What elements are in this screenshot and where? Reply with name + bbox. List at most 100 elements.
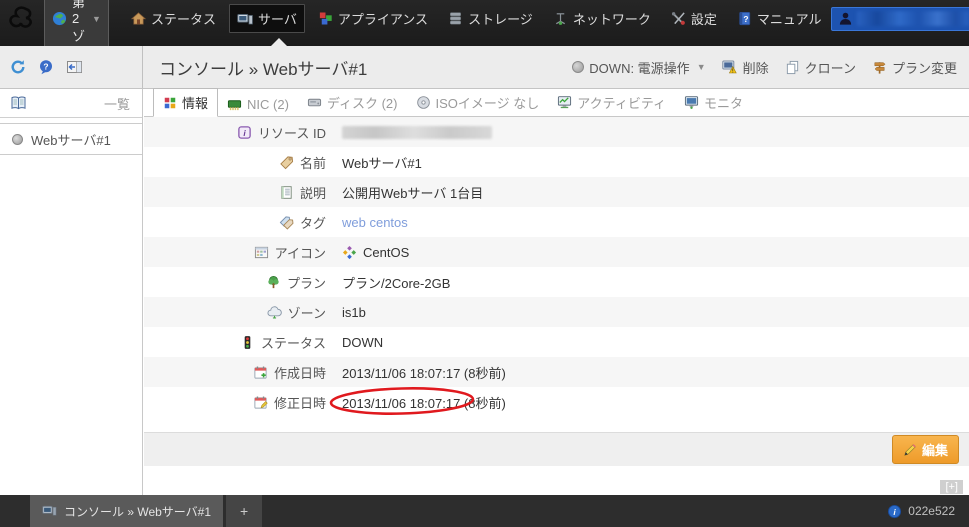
help-icon[interactable]: ? xyxy=(38,59,54,75)
active-nav-notch xyxy=(271,38,287,46)
tab-bar: 情報 NIC (2) ディスク (2) ISOイメージ なし アクティビティ モ… xyxy=(144,88,969,117)
tab-label: ディスク (2) xyxy=(326,96,398,111)
home-icon xyxy=(130,11,146,26)
tab-activity[interactable]: アクティビティ xyxy=(548,89,675,116)
sidebar-list-header: 一覧 xyxy=(0,89,142,118)
globe-icon xyxy=(52,11,67,26)
edit-button[interactable]: 編集 xyxy=(891,435,959,464)
row-label-text: ステータス xyxy=(260,335,326,351)
delete-button[interactable]: ! 削除 xyxy=(721,58,769,77)
refresh-icon[interactable] xyxy=(10,59,26,75)
tab-monitor[interactable]: モニタ xyxy=(675,89,752,116)
collapse-panel-icon[interactable] xyxy=(66,59,83,75)
plan-tree-icon xyxy=(266,275,281,290)
storage-icon xyxy=(448,11,463,26)
info-row-created: 作成日時 2013/11/06 18:07:17 (8秒前) xyxy=(144,357,969,387)
pencil-icon xyxy=(903,443,917,457)
action-label: プラン変更 xyxy=(891,60,957,76)
info-circle-icon: i xyxy=(887,504,902,519)
tab-label: モニタ xyxy=(704,96,744,111)
account-name-box[interactable] xyxy=(831,6,969,31)
status-value: DOWN xyxy=(342,334,384,350)
created-at-value: 2013/11/06 18:07:17 (8秒前) xyxy=(342,365,506,381)
manual-icon: ? xyxy=(737,11,752,26)
nav-label: ステータス xyxy=(150,12,216,27)
clone-icon xyxy=(785,60,800,75)
icon-picker-icon xyxy=(254,245,269,260)
info-row-status: ステータス DOWN xyxy=(144,327,969,357)
resource-id-icon: i xyxy=(237,125,252,140)
power-control-button[interactable]: DOWN: 電源操作 ▼ xyxy=(572,58,706,77)
appliance-icon xyxy=(318,11,333,26)
nav-item-network[interactable]: ネットワーク xyxy=(546,5,658,32)
redacted-resource-id xyxy=(342,125,492,139)
description-value: 公開用Webサーバ 1台目 xyxy=(342,185,484,201)
clone-button[interactable]: クローン xyxy=(785,58,856,77)
svg-text:!: ! xyxy=(731,68,733,74)
power-label: DOWN: 電源操作 xyxy=(589,60,690,76)
info-row-description: 説明 公開用Webサーバ 1台目 xyxy=(144,177,969,207)
row-label-text: アイコン xyxy=(274,245,326,261)
iso-icon xyxy=(416,95,431,110)
info-footer: 編集 xyxy=(144,432,969,466)
top-nav-bar: 石狩第2ゾーン ▼ ステータス サーバ アプライアンス ストレージ ネットワーク xyxy=(0,0,969,87)
zone-cloud-icon xyxy=(267,305,282,320)
nav-item-appliance[interactable]: アプライアンス xyxy=(311,5,435,32)
nav-item-status[interactable]: ステータス xyxy=(124,5,223,32)
info-row-zone: ゾーン is1b xyxy=(144,297,969,327)
plan-change-button[interactable]: プラン変更 xyxy=(872,58,957,77)
row-label-text: 説明 xyxy=(299,185,326,201)
server-name-value: Webサーバ#1 xyxy=(342,155,422,171)
header-toolbar: ? xyxy=(0,46,143,88)
sakura-cloud-logo-icon xyxy=(6,4,36,34)
power-status-dot xyxy=(572,61,585,73)
version-text: 022e522 xyxy=(908,504,955,518)
tags-link[interactable]: web centos xyxy=(342,215,408,230)
main-content: 情報 NIC (2) ディスク (2) ISOイメージ なし アクティビティ モ… xyxy=(144,88,969,495)
zone-value: is1b xyxy=(342,304,366,320)
sidebar: 一覧 Webサーバ#1 xyxy=(0,89,143,495)
tab-iso[interactable]: ISOイメージ なし xyxy=(407,89,549,116)
nav-item-settings[interactable]: 設定 xyxy=(664,5,724,32)
expand-badge[interactable]: [+] xyxy=(940,480,963,494)
tab-disk[interactable]: ディスク (2) xyxy=(298,89,407,116)
tab-nic[interactable]: NIC (2) xyxy=(218,93,298,116)
info-row-plan: プラン プラン/2Core-2GB xyxy=(144,267,969,297)
nav-label: マニュアル xyxy=(756,12,822,27)
tab-info[interactable]: 情報 xyxy=(153,88,219,117)
modified-at-value: 2013/11/06 18:07:17 (8秒前) xyxy=(342,395,506,411)
description-icon xyxy=(279,185,294,200)
nav-item-storage[interactable]: ストレージ xyxy=(441,5,540,32)
row-label-text: 作成日時 xyxy=(273,365,326,381)
tab-label: NIC (2) xyxy=(247,97,289,112)
calendar-add-icon xyxy=(253,365,268,380)
nav-label: アプライアンス xyxy=(337,12,429,27)
sidebar-item-webserver1[interactable]: Webサーバ#1 xyxy=(0,123,142,155)
server-status-dot xyxy=(12,133,23,145)
add-tab-button[interactable]: + xyxy=(226,495,263,527)
action-label: クローン xyxy=(804,60,856,76)
chevron-down-icon: ▼ xyxy=(92,13,101,24)
info-row-tags: タグ web centos xyxy=(144,207,969,237)
bottom-tab-console[interactable]: コンソール » Webサーバ#1 xyxy=(30,495,224,527)
activity-icon xyxy=(557,95,572,110)
server-icon xyxy=(237,11,253,27)
nav-label: ストレージ xyxy=(468,12,533,27)
page-header: ? コンソール » Webサーバ#1 DOWN: 電源操作 ▼ ! 削除 クロー… xyxy=(0,46,969,89)
calendar-edit-icon xyxy=(253,395,268,410)
nic-icon xyxy=(227,97,242,112)
bottom-task-bar: コンソール » Webサーバ#1 + i 022e522 xyxy=(0,495,969,527)
row-label-text: 修正日時 xyxy=(273,395,326,411)
tab-label: ISOイメージ なし xyxy=(435,96,540,111)
info-row-icon: アイコン CentOS xyxy=(144,237,969,267)
bottom-tab-label: コンソール » Webサーバ#1 xyxy=(64,504,212,519)
monitor-icon xyxy=(684,95,699,110)
delete-icon: ! xyxy=(721,59,738,75)
edit-button-label: 編集 xyxy=(921,443,948,458)
sidebar-item-label: Webサーバ#1 xyxy=(31,132,111,148)
nav-item-manual[interactable]: ? マニュアル xyxy=(730,5,829,32)
disk-icon xyxy=(307,95,322,110)
row-label-text: プラン xyxy=(286,275,326,291)
redacted-account-name xyxy=(857,11,969,26)
nav-item-server[interactable]: サーバ xyxy=(228,4,305,33)
